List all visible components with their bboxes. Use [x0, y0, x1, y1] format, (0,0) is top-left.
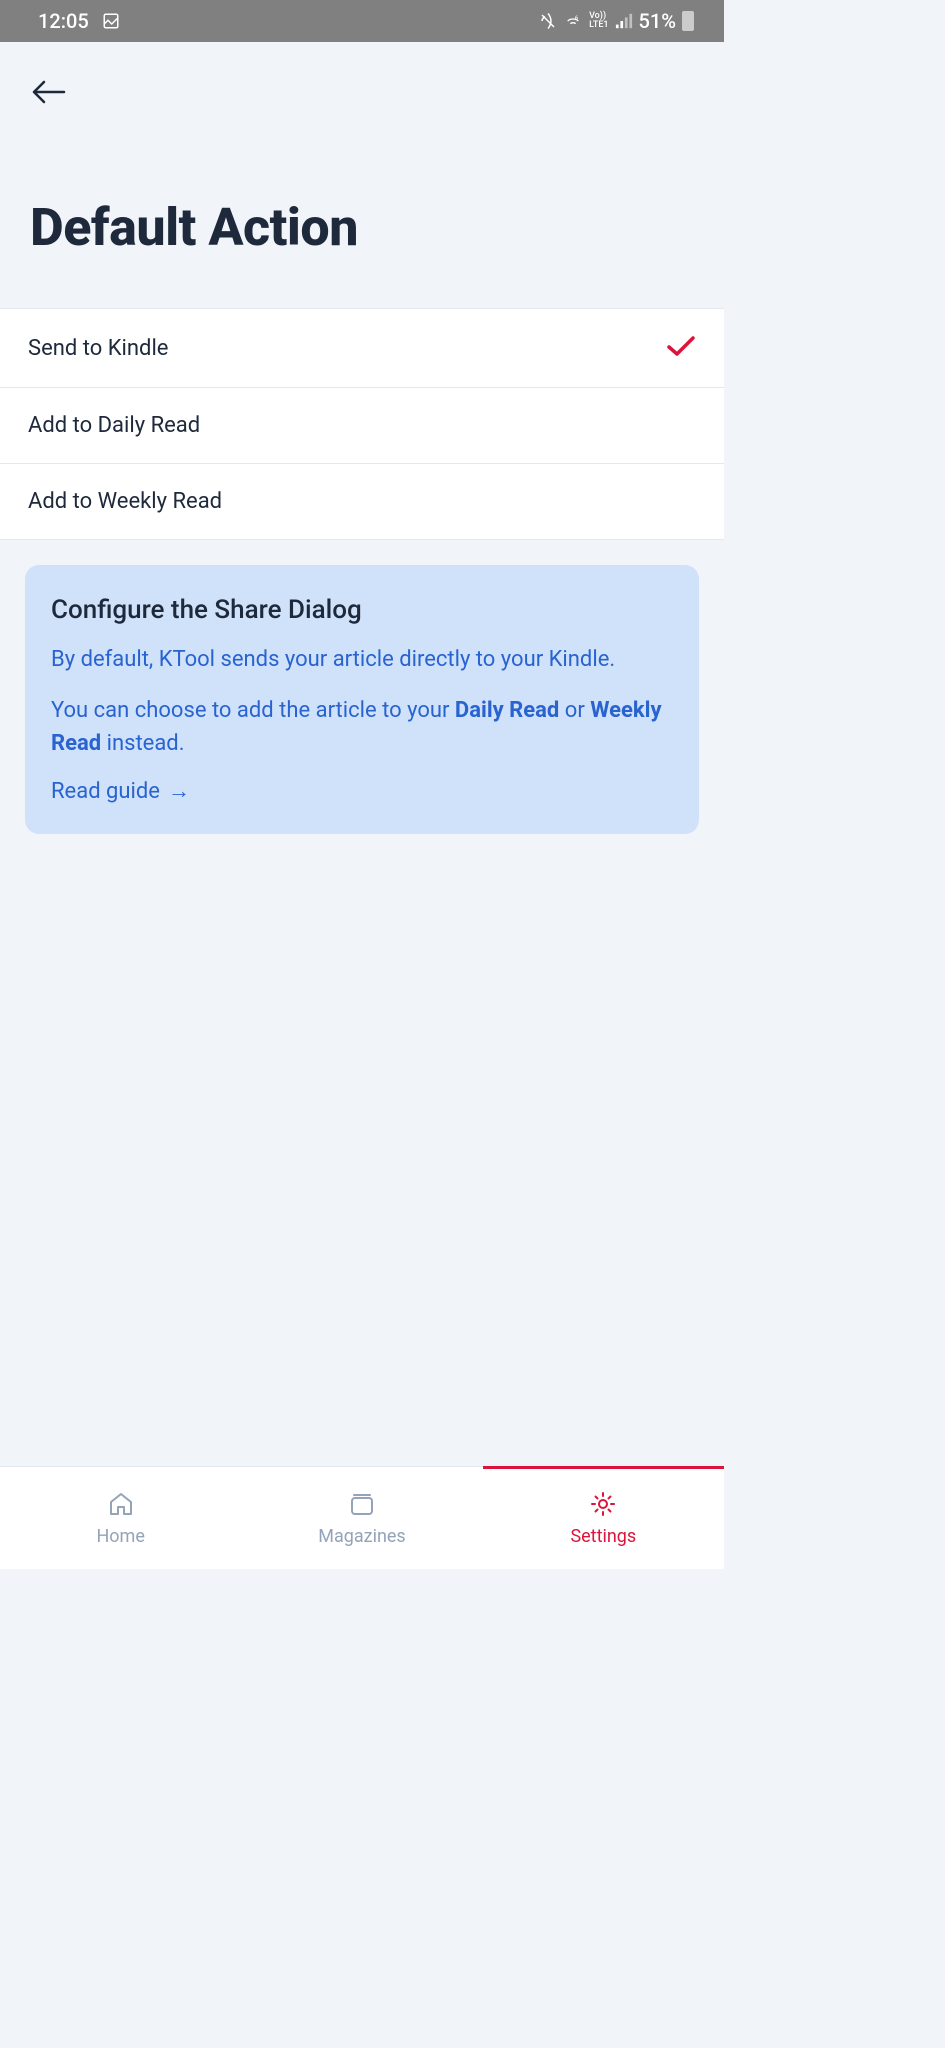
nav-label: Settings	[570, 1526, 636, 1547]
option-label: Add to Weekly Read	[28, 489, 222, 514]
arrow-right-icon: →	[168, 778, 190, 804]
status-bar: 12:05 6 Vo))LTE1	[0, 0, 724, 42]
status-left: 12:05	[38, 9, 121, 33]
nav-label: Magazines	[318, 1526, 406, 1547]
option-add-weekly-read[interactable]: Add to Weekly Read	[0, 464, 724, 540]
status-right: 6 Vo))LTE1 51%	[539, 9, 694, 33]
network-label: Vo))LTE1	[589, 12, 608, 30]
nav-home[interactable]: Home	[0, 1467, 241, 1569]
battery-icon	[682, 11, 694, 31]
option-send-to-kindle[interactable]: Send to Kindle	[0, 309, 724, 388]
magazines-icon	[348, 1490, 376, 1518]
info-card: Configure the Share Dialog By default, K…	[25, 565, 699, 834]
checkmark-icon	[666, 334, 696, 362]
option-label: Send to Kindle	[28, 336, 168, 361]
back-arrow-icon	[30, 78, 66, 106]
header-area: Default Action	[0, 42, 724, 308]
home-icon	[107, 1490, 135, 1518]
nav-label: Home	[96, 1526, 144, 1547]
options-list: Send to Kindle Add to Daily Read Add to …	[0, 308, 724, 540]
status-time: 12:05	[38, 9, 89, 33]
info-text-1: By default, KTool sends your article dir…	[51, 643, 673, 676]
page-title: Default Action	[30, 197, 694, 258]
battery-percent: 51%	[639, 9, 676, 33]
signal-icon	[615, 13, 633, 29]
wifi-icon: 6	[563, 13, 583, 29]
settings-icon	[589, 1490, 617, 1518]
bottom-nav: Home Magazines Settings	[0, 1466, 724, 1569]
read-guide-link[interactable]: Read guide →	[51, 778, 190, 804]
nav-magazines[interactable]: Magazines	[241, 1467, 482, 1569]
vibrate-icon	[539, 12, 557, 30]
option-add-daily-read[interactable]: Add to Daily Read	[0, 388, 724, 464]
option-label: Add to Daily Read	[28, 413, 200, 438]
info-card-title: Configure the Share Dialog	[51, 595, 673, 625]
back-button[interactable]	[30, 72, 70, 112]
info-text-2: You can choose to add the article to you…	[51, 694, 673, 760]
nav-settings[interactable]: Settings	[483, 1467, 724, 1569]
svg-text:6: 6	[575, 16, 578, 22]
image-icon	[101, 12, 121, 30]
